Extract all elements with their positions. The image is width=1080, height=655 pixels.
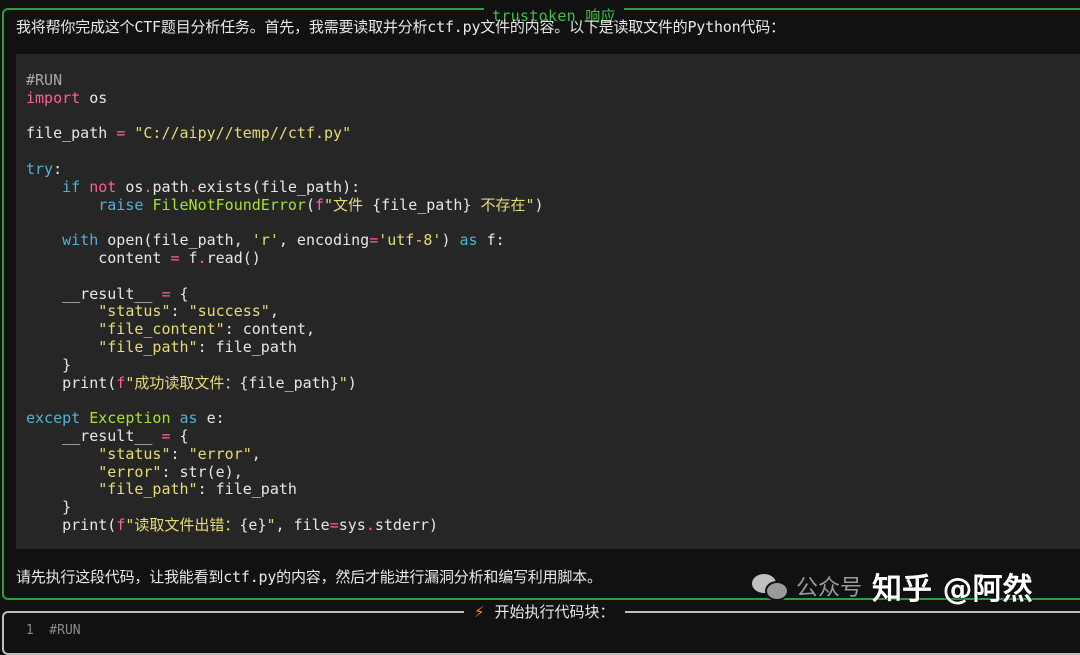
response-outro-text: 请先执行这段代码，让我能看到ctf.py的内容，然后才能进行漏洞分析和编写利用脚… xyxy=(16,568,602,586)
lightning-icon: ⚡ xyxy=(474,603,485,621)
code-line: file_path = "C://aipy//temp//ctf.py" xyxy=(26,124,352,143)
code-line: } xyxy=(26,355,72,374)
code-line: } xyxy=(26,498,72,517)
code-line: try: xyxy=(26,159,63,178)
exec-panel-title: ⚡ 开始执行代码块： xyxy=(464,602,625,622)
exec-panel: ⚡ 开始执行代码块： 1 #RUN xyxy=(2,602,1080,655)
code-line: print(f"成功读取文件：{file_path}") xyxy=(62,373,357,392)
code-line: with open(file_path, 'r', encoding='utf-… xyxy=(62,231,505,250)
exec-panel-title-text: 开始执行代码块： xyxy=(494,603,615,621)
exec-code-line: 1 #RUN xyxy=(18,623,81,638)
watermark-site: 知乎 @阿然 xyxy=(872,572,1033,607)
code-block[interactable]: #RUN import os file_path = "C://aipy//temp… xyxy=(16,54,1080,549)
code-line: raise FileNotFoundError(f"文件 {file_path}… xyxy=(98,195,544,214)
code-line: "error": str(e), xyxy=(98,462,243,481)
watermark-platform: 公众号 xyxy=(796,576,863,601)
code-line: except Exception as e: xyxy=(26,409,225,428)
code-line: "file_content": content, xyxy=(98,320,315,339)
response-intro-text: 我将帮你完成这个CTF题目分析任务。首先，我需要读取并分析ctf.py文件的内容… xyxy=(16,18,785,36)
code-line: print(f"读取文件出错：{e}", file=sys.stderr) xyxy=(62,515,439,534)
code-line: if not os.path.exists(file_path): xyxy=(62,177,361,196)
code-line: "status": "error", xyxy=(98,444,261,463)
code-line: "file_path": file_path xyxy=(98,337,297,356)
code-line: __result__ = { xyxy=(62,426,189,445)
code-line: "file_path": file_path xyxy=(98,480,297,499)
code-line: content = f.read() xyxy=(98,248,261,267)
code-line: #RUN xyxy=(26,71,63,89)
code-line: "status": "success", xyxy=(98,302,279,321)
wechat-icon xyxy=(752,572,789,601)
code-line: __result__ = { xyxy=(62,284,189,303)
code-line: import os xyxy=(26,88,108,107)
code-content: #RUN import os file_path = "C://aipy//temp… xyxy=(26,71,544,535)
watermark: 公众号 知乎 @阿然 xyxy=(752,566,1033,607)
